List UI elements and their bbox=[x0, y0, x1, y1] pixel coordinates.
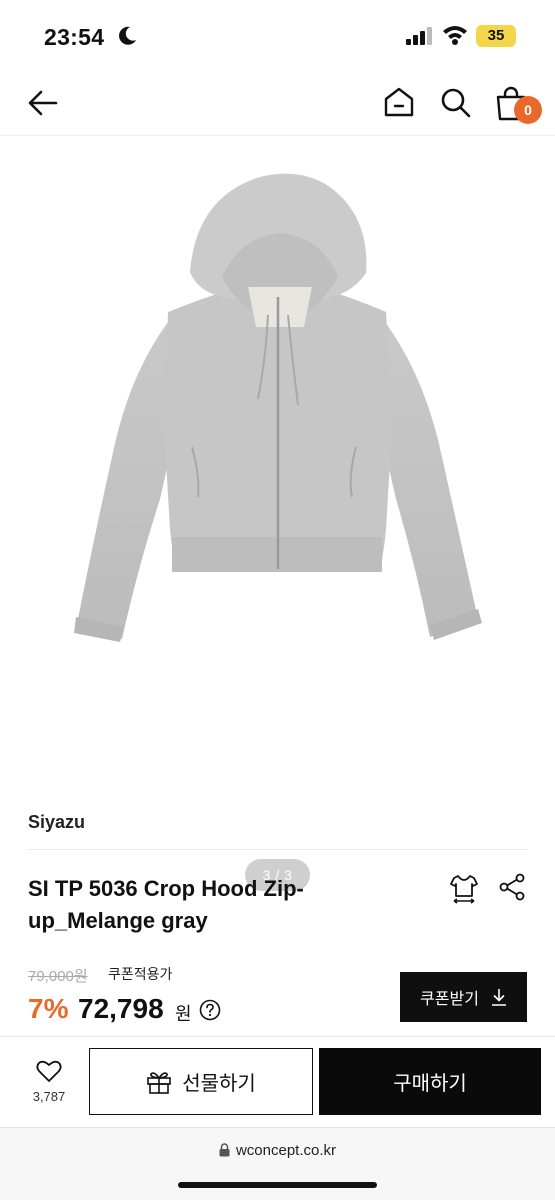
coupon-price-label: 쿠폰적용가 bbox=[108, 966, 173, 982]
lock-icon bbox=[219, 1143, 230, 1157]
bottom-action-bar: 3,787 선물하기 구매하기 bbox=[0, 1036, 555, 1126]
product-image bbox=[74, 173, 482, 642]
cellular-signal-icon bbox=[406, 27, 432, 45]
moon-icon bbox=[119, 26, 136, 45]
cart-count-badge: 0 bbox=[514, 96, 542, 124]
product-title: SI TP 5036 Crop Hood Zip-up_Melange gray bbox=[28, 876, 304, 933]
currency-unit: 원 bbox=[175, 1004, 192, 1024]
download-icon bbox=[491, 989, 506, 1006]
get-coupon-button[interactable]: 쿠폰받기 bbox=[400, 972, 527, 1022]
browser-address-bar[interactable]: wconcept.co.kr bbox=[0, 1127, 555, 1200]
battery-indicator: 35 bbox=[476, 25, 516, 47]
product-image-gallery[interactable]: 3 / 3 bbox=[0, 137, 555, 891]
size-guide-icon[interactable] bbox=[448, 872, 480, 904]
back-arrow-icon[interactable] bbox=[26, 86, 60, 120]
gift-icon bbox=[147, 1071, 171, 1094]
heart-icon bbox=[36, 1060, 62, 1082]
buy-button[interactable]: 구매하기 bbox=[319, 1048, 541, 1115]
help-icon[interactable] bbox=[199, 999, 221, 1021]
original-price: 79,000원 bbox=[28, 968, 88, 985]
search-icon[interactable] bbox=[438, 85, 472, 119]
home-indicator bbox=[178, 1182, 377, 1188]
buy-label: 구매하기 bbox=[393, 1073, 467, 1095]
home-icon[interactable] bbox=[382, 85, 416, 119]
wifi-icon bbox=[443, 26, 467, 45]
like-count: 3,787 bbox=[32, 1089, 66, 1104]
gift-label: 선물하기 bbox=[182, 1073, 256, 1095]
like-button[interactable]: 3,787 bbox=[18, 1059, 80, 1119]
gift-button[interactable]: 선물하기 bbox=[89, 1048, 313, 1115]
top-nav: 0 bbox=[0, 72, 555, 136]
url-text: wconcept.co.kr bbox=[235, 1142, 337, 1159]
status-time: 23:54 bbox=[44, 24, 105, 50]
discount-rate: 7% bbox=[28, 993, 69, 1024]
status-bar: 23:54 35 bbox=[0, 0, 555, 72]
battery-level: 35 bbox=[487, 27, 505, 44]
url-display[interactable]: wconcept.co.kr bbox=[0, 1142, 555, 1159]
sale-price: 72,798 bbox=[78, 993, 164, 1024]
divider bbox=[28, 849, 528, 850]
get-coupon-label: 쿠폰받기 bbox=[420, 991, 479, 1008]
brand-name[interactable]: Siyazu bbox=[28, 812, 85, 833]
share-icon[interactable] bbox=[497, 872, 527, 902]
